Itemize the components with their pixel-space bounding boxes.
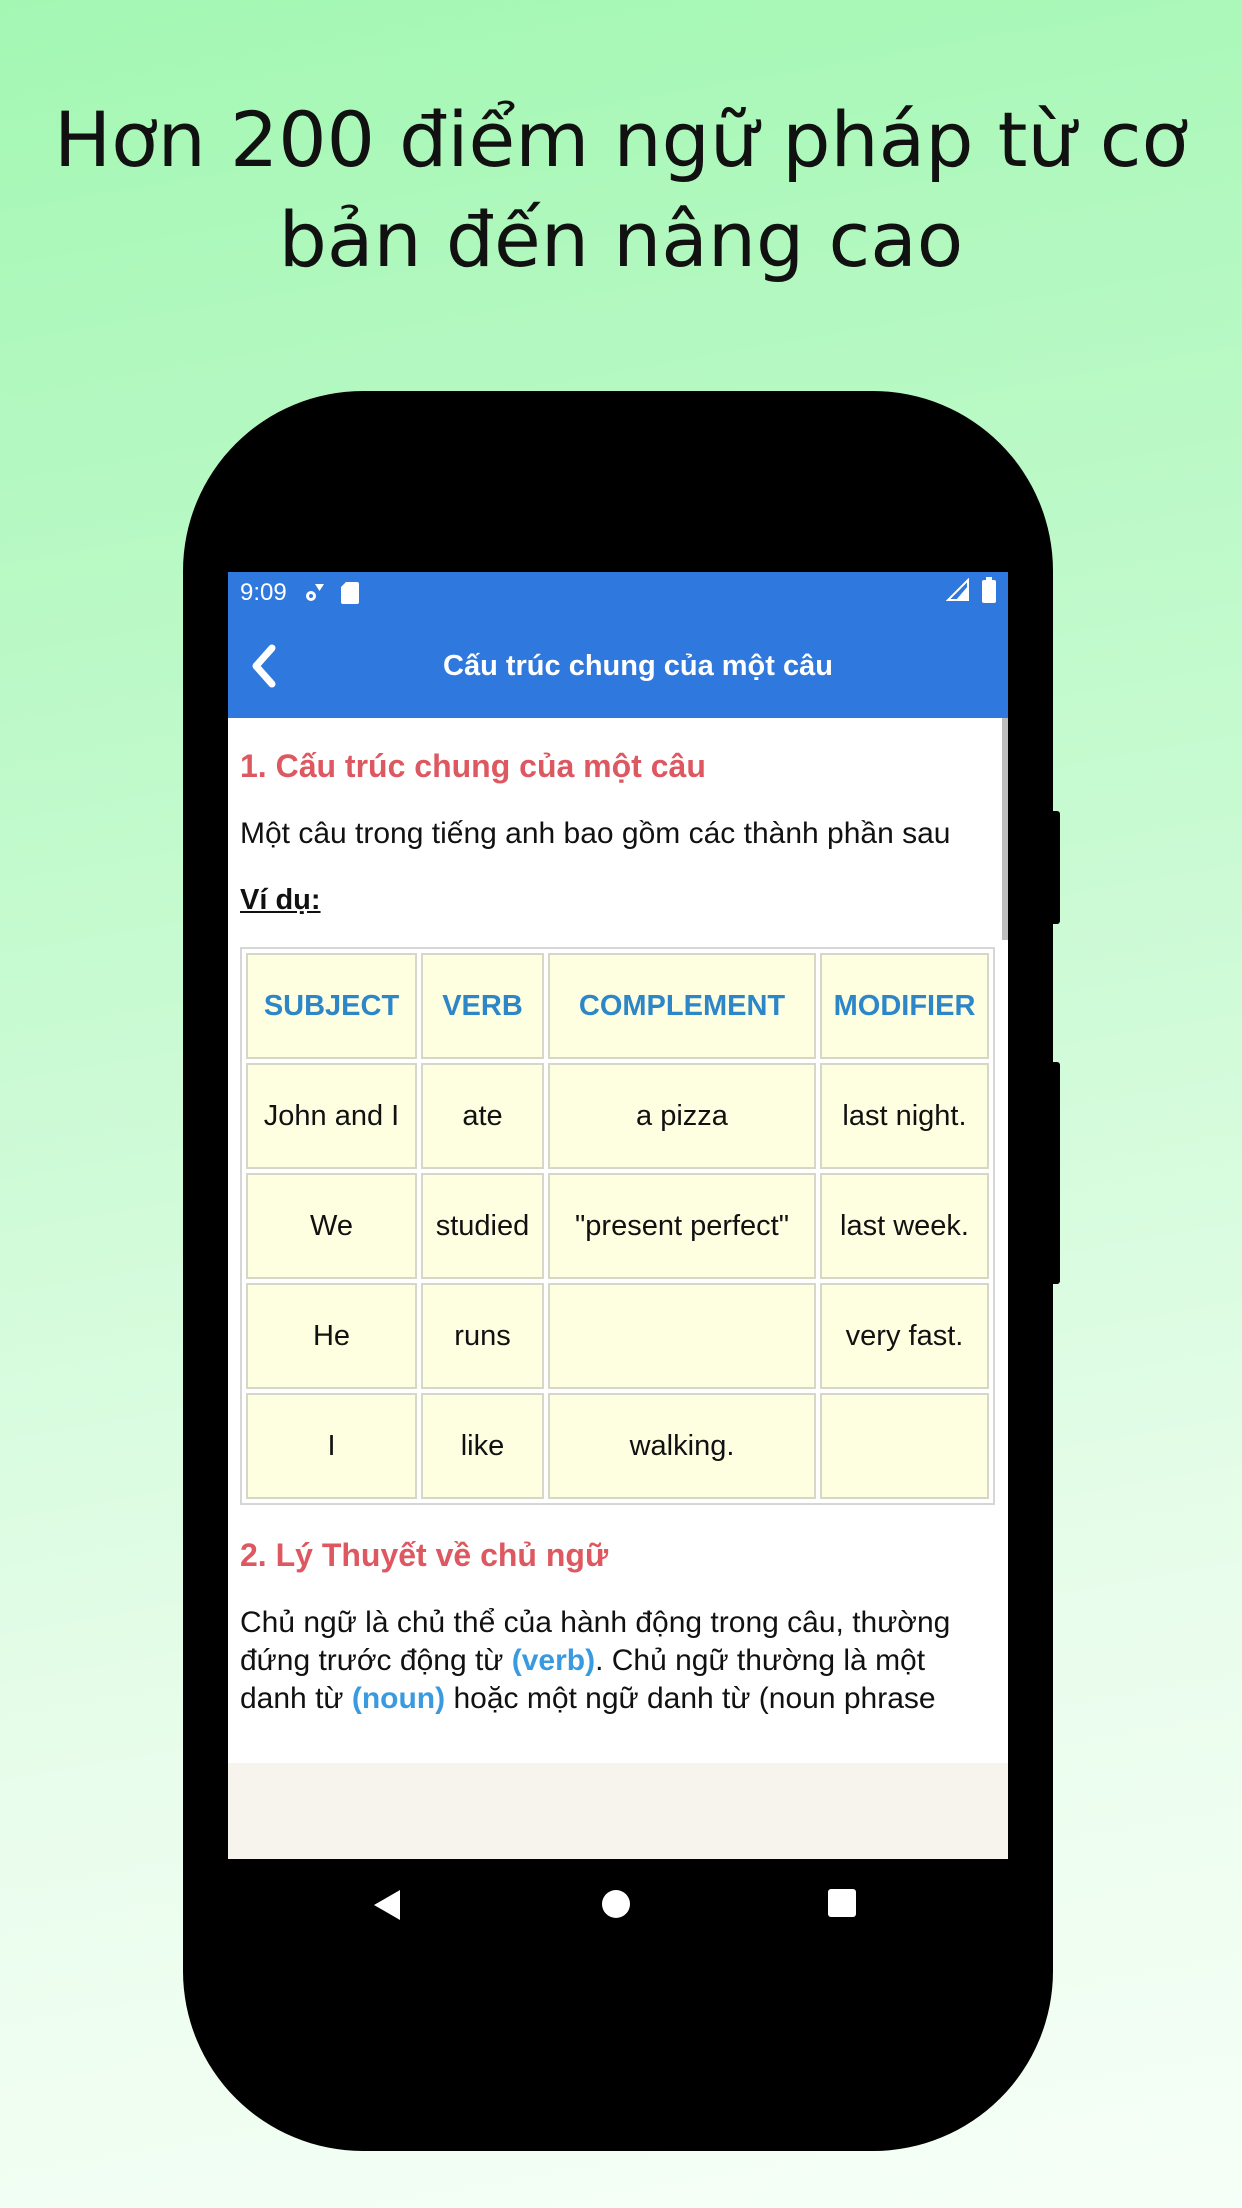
status-time: 9:09 <box>240 579 287 606</box>
table-cell: studied <box>421 1173 544 1279</box>
table-cell: runs <box>421 1283 544 1389</box>
table-header-row: SUBJECT VERB COMPLEMENT MODIFIER <box>246 953 989 1059</box>
table-cell: He <box>246 1283 417 1389</box>
footer-bar <box>228 1763 1008 1859</box>
table-cell: "present perfect" <box>548 1173 816 1279</box>
navigation-bar <box>228 1880 1008 1930</box>
column-header: COMPLEMENT <box>548 953 816 1059</box>
sd-card-icon <box>340 581 359 605</box>
scrollbar[interactable] <box>1002 718 1008 940</box>
power-button <box>1050 811 1060 924</box>
settings-icon <box>303 582 325 604</box>
status-bar: 9:09 <box>228 572 1008 614</box>
table-cell <box>820 1393 989 1499</box>
app-screen: 9:09 Cấu trúc chung của một câu 1. Cấu t… <box>228 572 1008 1859</box>
volume-button <box>1050 1062 1060 1284</box>
promo-line-1: Hơn 200 điểm ngữ pháp từ cơ <box>53 95 1189 184</box>
column-header: SUBJECT <box>246 953 417 1059</box>
column-header: MODIFIER <box>820 953 989 1059</box>
table-row: John and Iate a pizza last night. <box>246 1063 989 1169</box>
battery-icon <box>982 576 996 610</box>
table-cell: walking. <box>548 1393 816 1499</box>
app-bar: Cấu trúc chung của một câu <box>228 614 1008 718</box>
table-cell: very fast. <box>820 1283 989 1389</box>
table-cell: last week. <box>820 1173 989 1279</box>
example-table: SUBJECT VERB COMPLEMENT MODIFIER John an… <box>240 947 995 1505</box>
section-text: Một câu trong tiếng anh bao gồm các thàn… <box>240 817 951 850</box>
section-heading: 1. Cấu trúc chung của một câu <box>240 748 706 784</box>
table-cell: a pizza <box>548 1063 816 1169</box>
column-header: VERB <box>421 953 544 1059</box>
section-heading: 2. Lý Thuyết về chủ ngữ <box>240 1537 609 1573</box>
page-title: Cấu trúc chung của một câu <box>443 649 833 682</box>
table-cell: We <box>246 1173 417 1279</box>
table-cell: I <box>246 1393 417 1499</box>
promo-line-2: bản đến nâng cao <box>278 195 964 284</box>
table-row: We studied "present perfect" last week. <box>246 1173 989 1279</box>
table-cell: ate <box>421 1063 544 1169</box>
table-row: Ilike walking. <box>246 1393 989 1499</box>
promo-headline: Hơn 200 điểm ngữ pháp từ cơ bản đến nâng… <box>0 90 1242 290</box>
recents-square-icon[interactable] <box>828 1889 858 1924</box>
table-cell: John and I <box>246 1063 417 1169</box>
home-circle-icon[interactable] <box>601 1889 631 1924</box>
chevron-left-icon[interactable] <box>246 642 286 690</box>
table-cell <box>548 1283 816 1389</box>
section-text: Chủ ngữ là chủ thể của hành động trong c… <box>240 1604 996 1718</box>
example-label: Ví dụ: <box>240 884 321 916</box>
text-run: hoặc một ngữ danh từ (noun phrase <box>445 1682 936 1715</box>
table-cell: last night. <box>820 1063 989 1169</box>
table-cell: like <box>421 1393 544 1499</box>
signal-icon <box>945 577 970 609</box>
term-highlight: (verb) <box>511 1644 596 1677</box>
back-triangle-icon[interactable] <box>372 1888 402 1927</box>
term-highlight: (noun) <box>351 1682 446 1715</box>
lesson-content: 1. Cấu trúc chung của một câu Một câu tr… <box>228 748 1008 1718</box>
table-row: He runs very fast. <box>246 1283 989 1389</box>
